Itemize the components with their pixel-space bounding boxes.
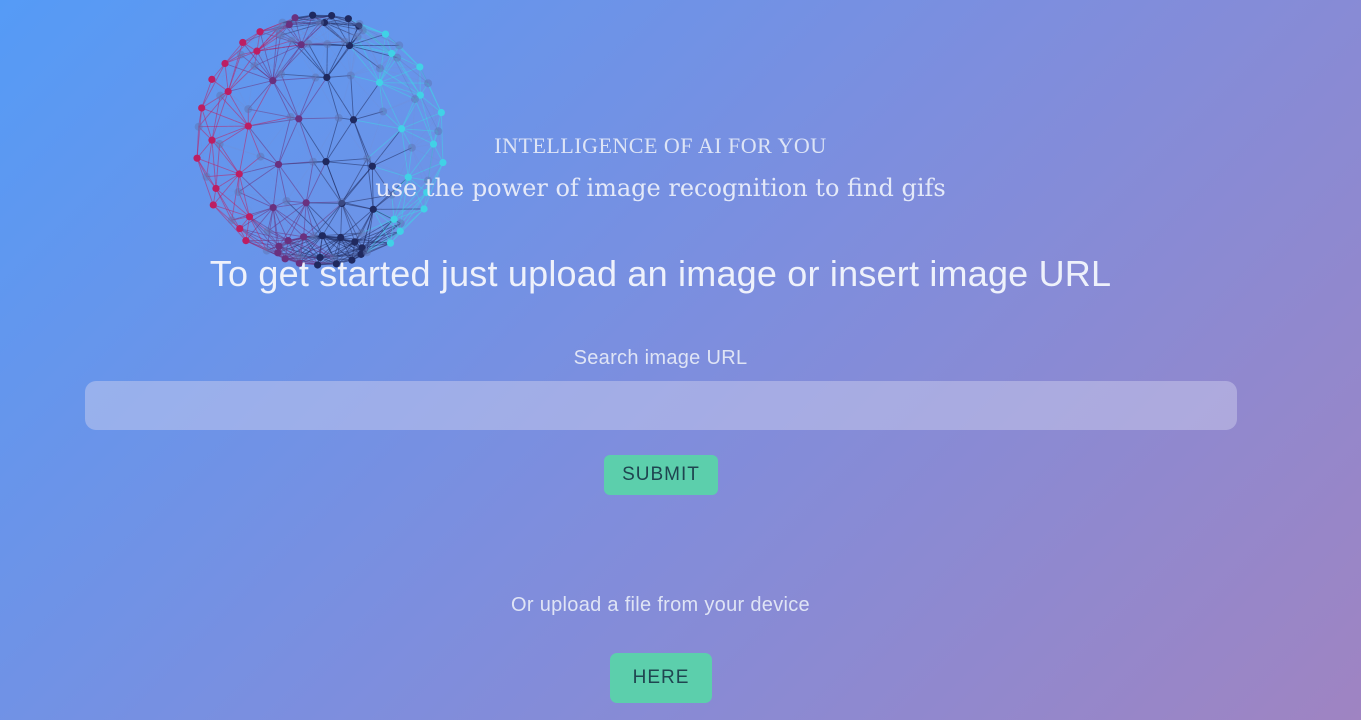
submit-button[interactable]: SUBMIT bbox=[604, 455, 718, 495]
search-label: Search image URL bbox=[573, 347, 748, 369]
tagline: use the power of image recognition to fi… bbox=[375, 174, 946, 202]
eyebrow-heading: INTELLIGENCE OF AI FOR YOU bbox=[494, 133, 827, 158]
search-input[interactable] bbox=[85, 381, 1237, 430]
upload-here-button[interactable]: HERE bbox=[610, 653, 712, 703]
page-title: To get started just upload an image or i… bbox=[209, 253, 1112, 294]
upload-label: Or upload a file from your device bbox=[511, 594, 810, 616]
